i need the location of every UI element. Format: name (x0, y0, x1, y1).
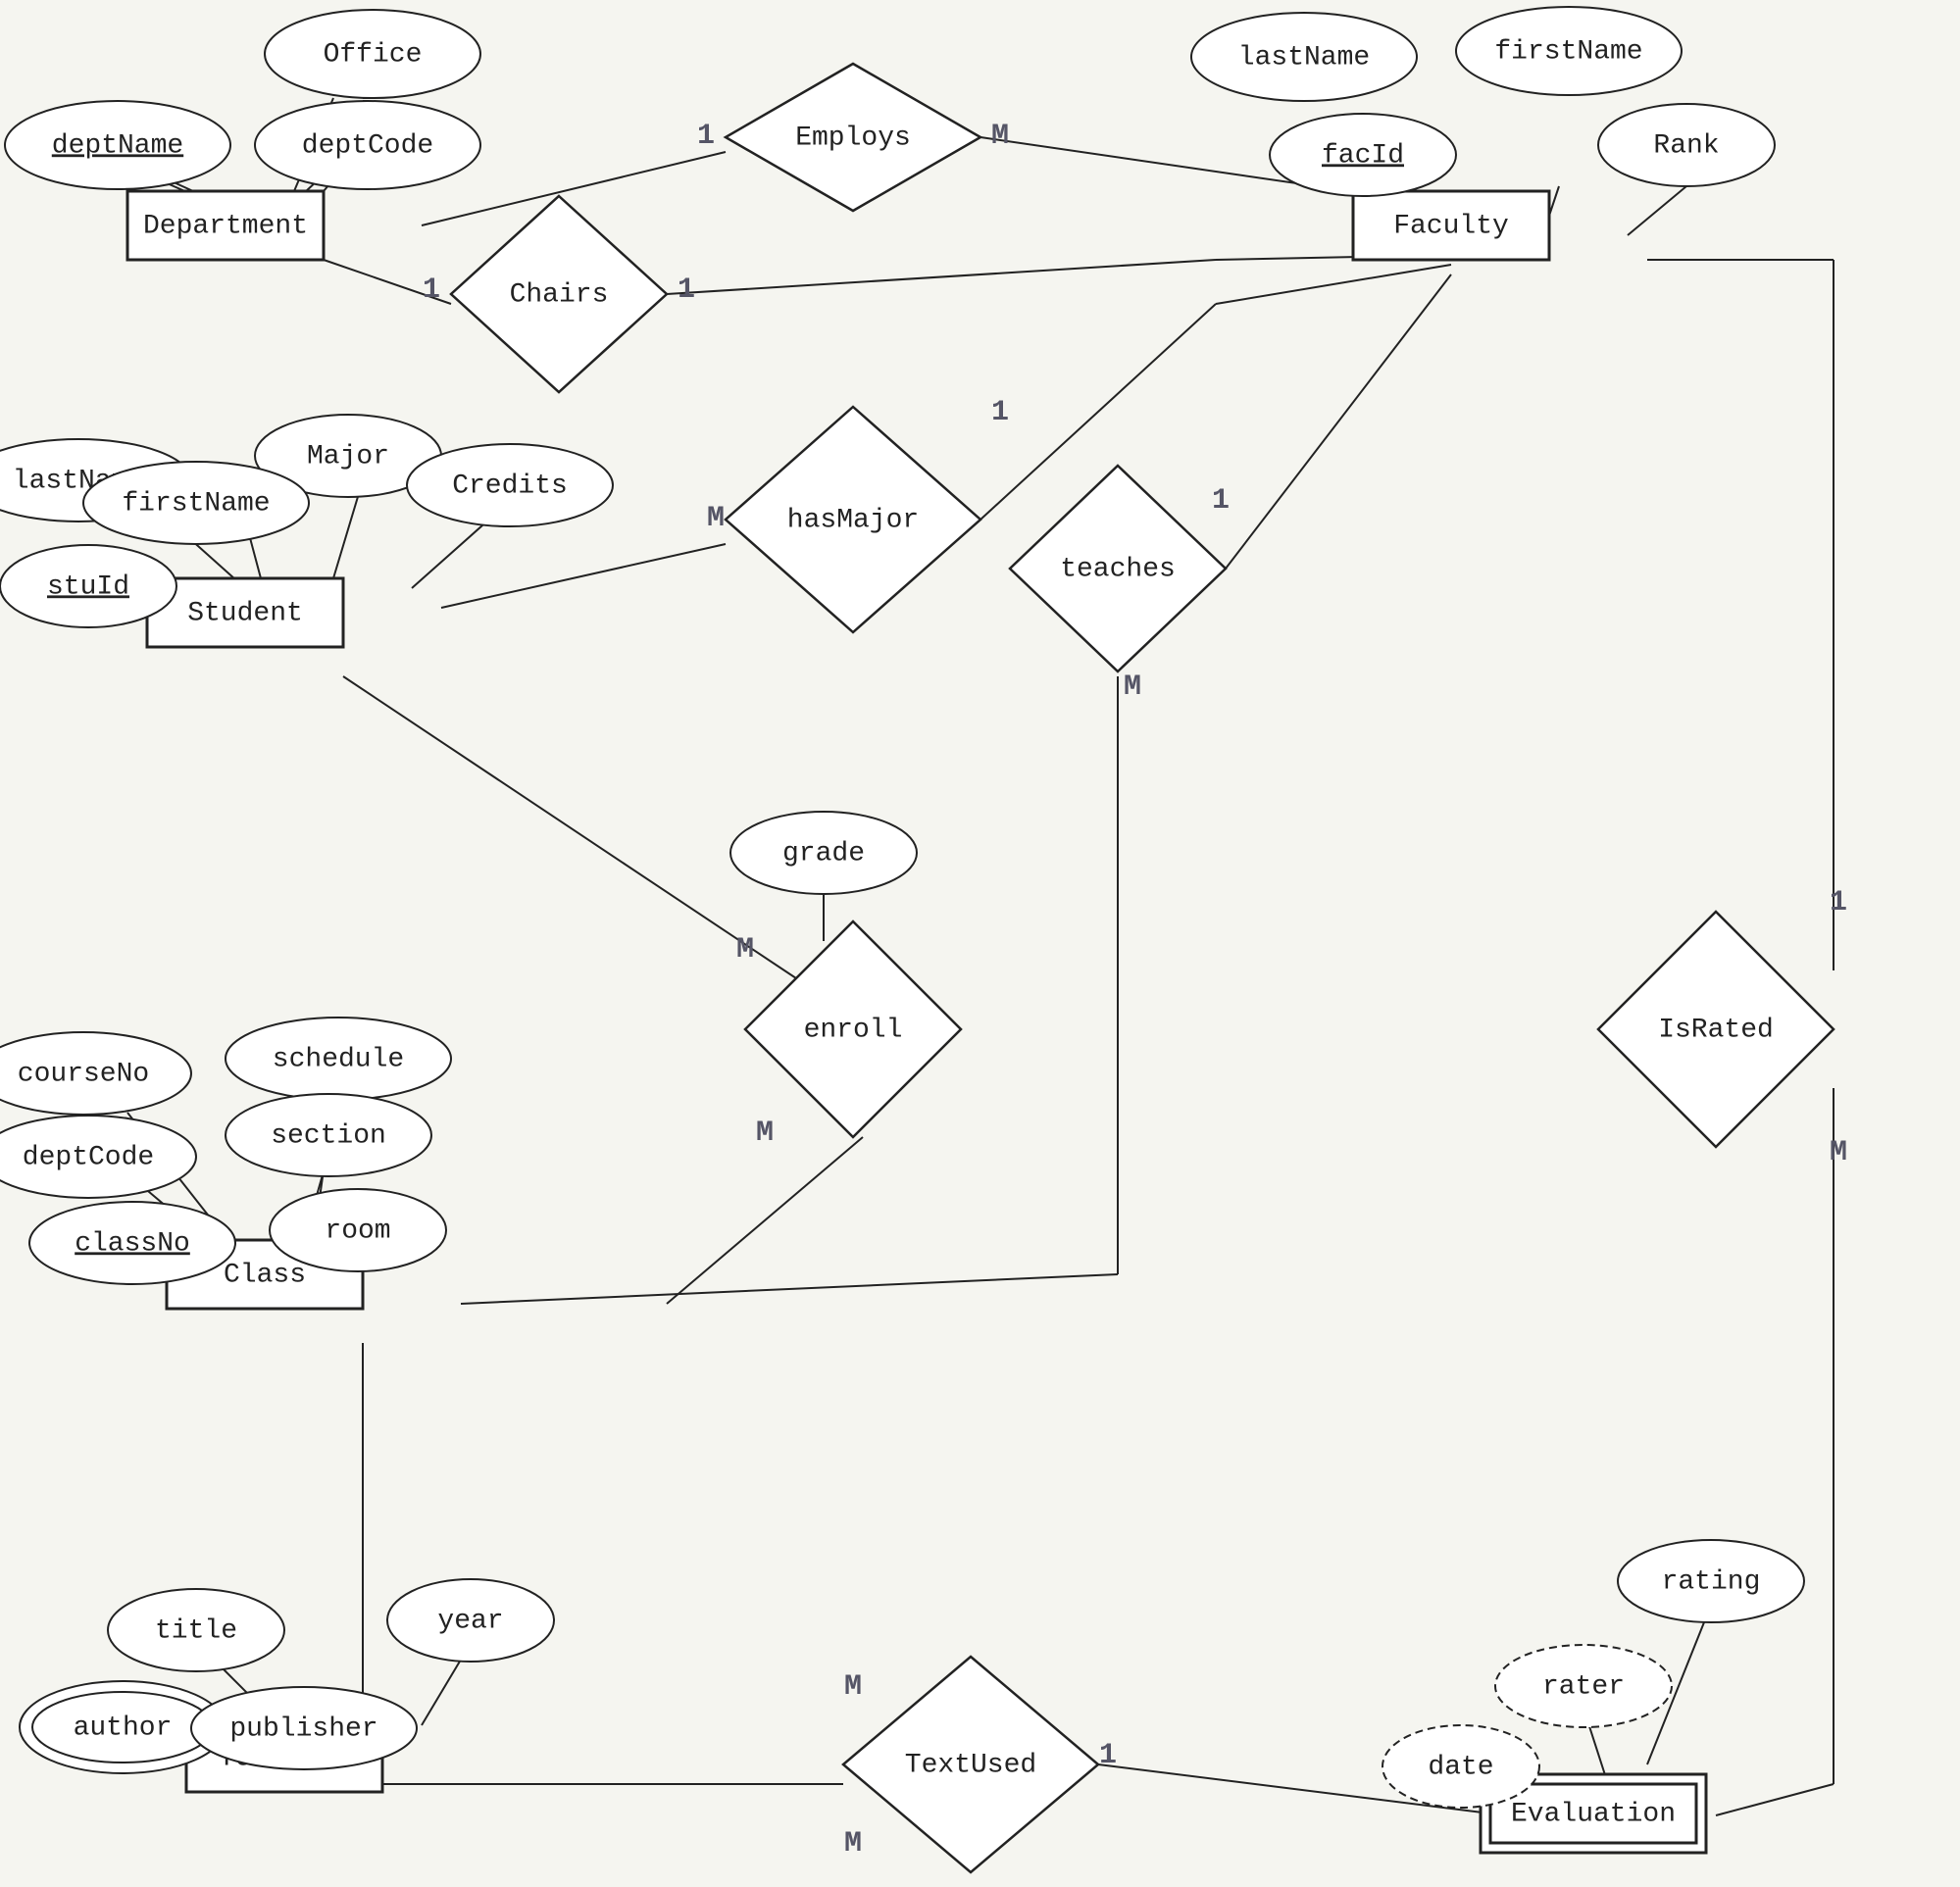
attr-rating-label: rating (1662, 1566, 1761, 1597)
student-label: Student (187, 598, 303, 628)
attr-publisher-label: publisher (229, 1713, 377, 1744)
faculty-label: Faculty (1393, 211, 1509, 241)
chairs-label: Chairs (510, 279, 609, 310)
card-teaches-1: 1 (1212, 484, 1230, 518)
attr-section-label: section (271, 1120, 386, 1151)
attr-date-label: date (1428, 1752, 1493, 1782)
card-textused-m2: M (844, 1827, 862, 1861)
card-chairs-1b: 1 (678, 273, 695, 307)
attr-deptcode-label: deptCode (302, 130, 433, 161)
attr-year-label: year (437, 1606, 503, 1636)
attr-room-label: room (325, 1216, 390, 1246)
textused-label: TextUsed (905, 1750, 1036, 1780)
attr-classno-label: classNo (75, 1228, 190, 1259)
evaluation-label: Evaluation (1511, 1799, 1676, 1829)
attr-rater-label: rater (1542, 1671, 1625, 1702)
card-enroll-m2: M (756, 1117, 774, 1150)
attr-stuid-label: stuId (47, 571, 129, 602)
attr-grade-label: grade (782, 838, 865, 869)
card-enroll-m1: M (736, 933, 754, 967)
card-textused-m1: M (844, 1670, 862, 1704)
employs-label: Employs (795, 123, 911, 153)
card-teaches-m: M (1124, 670, 1141, 704)
attr-fac-lastname-label: lastName (1238, 42, 1370, 73)
card-hasmajor-1: 1 (991, 396, 1009, 429)
teaches-label: teaches (1060, 554, 1176, 584)
card-textused-1: 1 (1099, 1739, 1117, 1772)
card-employs-m: M (991, 120, 1009, 153)
department-label: Department (143, 211, 308, 241)
attr-author-label: author (74, 1713, 173, 1743)
attr-office-label: Office (324, 39, 423, 70)
attr-schedule-label: schedule (273, 1044, 404, 1074)
enroll-label: enroll (804, 1015, 903, 1045)
card-israted-m: M (1830, 1136, 1847, 1169)
class-label: Class (224, 1260, 306, 1290)
hasmajor-label: hasMajor (787, 505, 919, 535)
attr-rank-label: Rank (1653, 130, 1719, 161)
attr-fac-firstname-label: firstName (1494, 36, 1642, 67)
attr-courseno-label: courseNo (18, 1059, 149, 1089)
attr-facid-label: facId (1322, 140, 1404, 171)
card-israted-1: 1 (1830, 886, 1847, 919)
card-hasmajor-m: M (707, 502, 725, 535)
attr-title-label: title (155, 1615, 237, 1646)
attr-major-label: Major (307, 441, 389, 472)
attr-stu-firstname-label: firstName (122, 488, 270, 519)
attr-credits-label: Credits (452, 471, 568, 501)
attr-deptname-label: deptName (52, 130, 183, 161)
card-employs-1: 1 (697, 120, 715, 153)
attr-class-deptcode-label: deptCode (23, 1142, 154, 1172)
card-chairs-1a: 1 (423, 273, 440, 307)
israted-label: IsRated (1658, 1015, 1774, 1045)
